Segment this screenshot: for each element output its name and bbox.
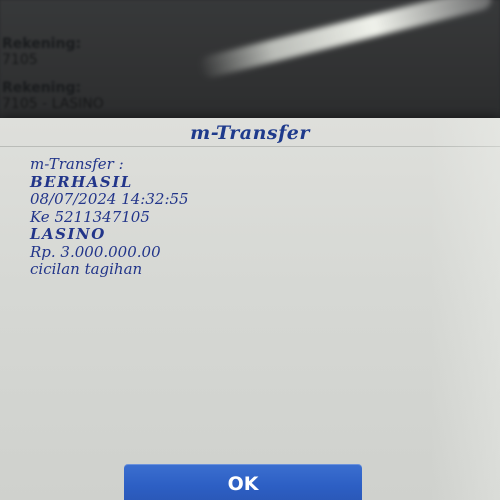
message-note: cicilan tagihan (30, 260, 143, 278)
background-label-2: Rekening: (2, 80, 82, 96)
background-label-1: Rekening: (2, 36, 82, 52)
message-header: m-Transfer : (30, 155, 124, 173)
message-status: BERHASIL (30, 172, 133, 191)
background-value-1: 7105 (2, 52, 38, 68)
background-value-2: 7105 - LASINO (2, 96, 104, 112)
title-divider (0, 146, 500, 147)
message-amount: Rp. 3.000.000.00 (30, 242, 161, 261)
message-datetime: 08/07/2024 14:32:55 (30, 190, 189, 208)
message-recipient-name: LASINO (30, 225, 106, 243)
dialog-message: m-Transfer : BERHASIL 08/07/2024 14:32:5… (30, 155, 450, 279)
transfer-result-dialog: m-Transfer m-Transfer : BERHASIL 08/07/2… (0, 118, 500, 500)
dialog-title: m-Transfer (190, 122, 310, 144)
message-destination-account: Ke 5211347105 (30, 207, 150, 226)
phone-screen: Rekening: 7105 Rekening: 7105 - LASINO m… (0, 0, 500, 500)
ok-button[interactable]: OK (124, 464, 362, 500)
